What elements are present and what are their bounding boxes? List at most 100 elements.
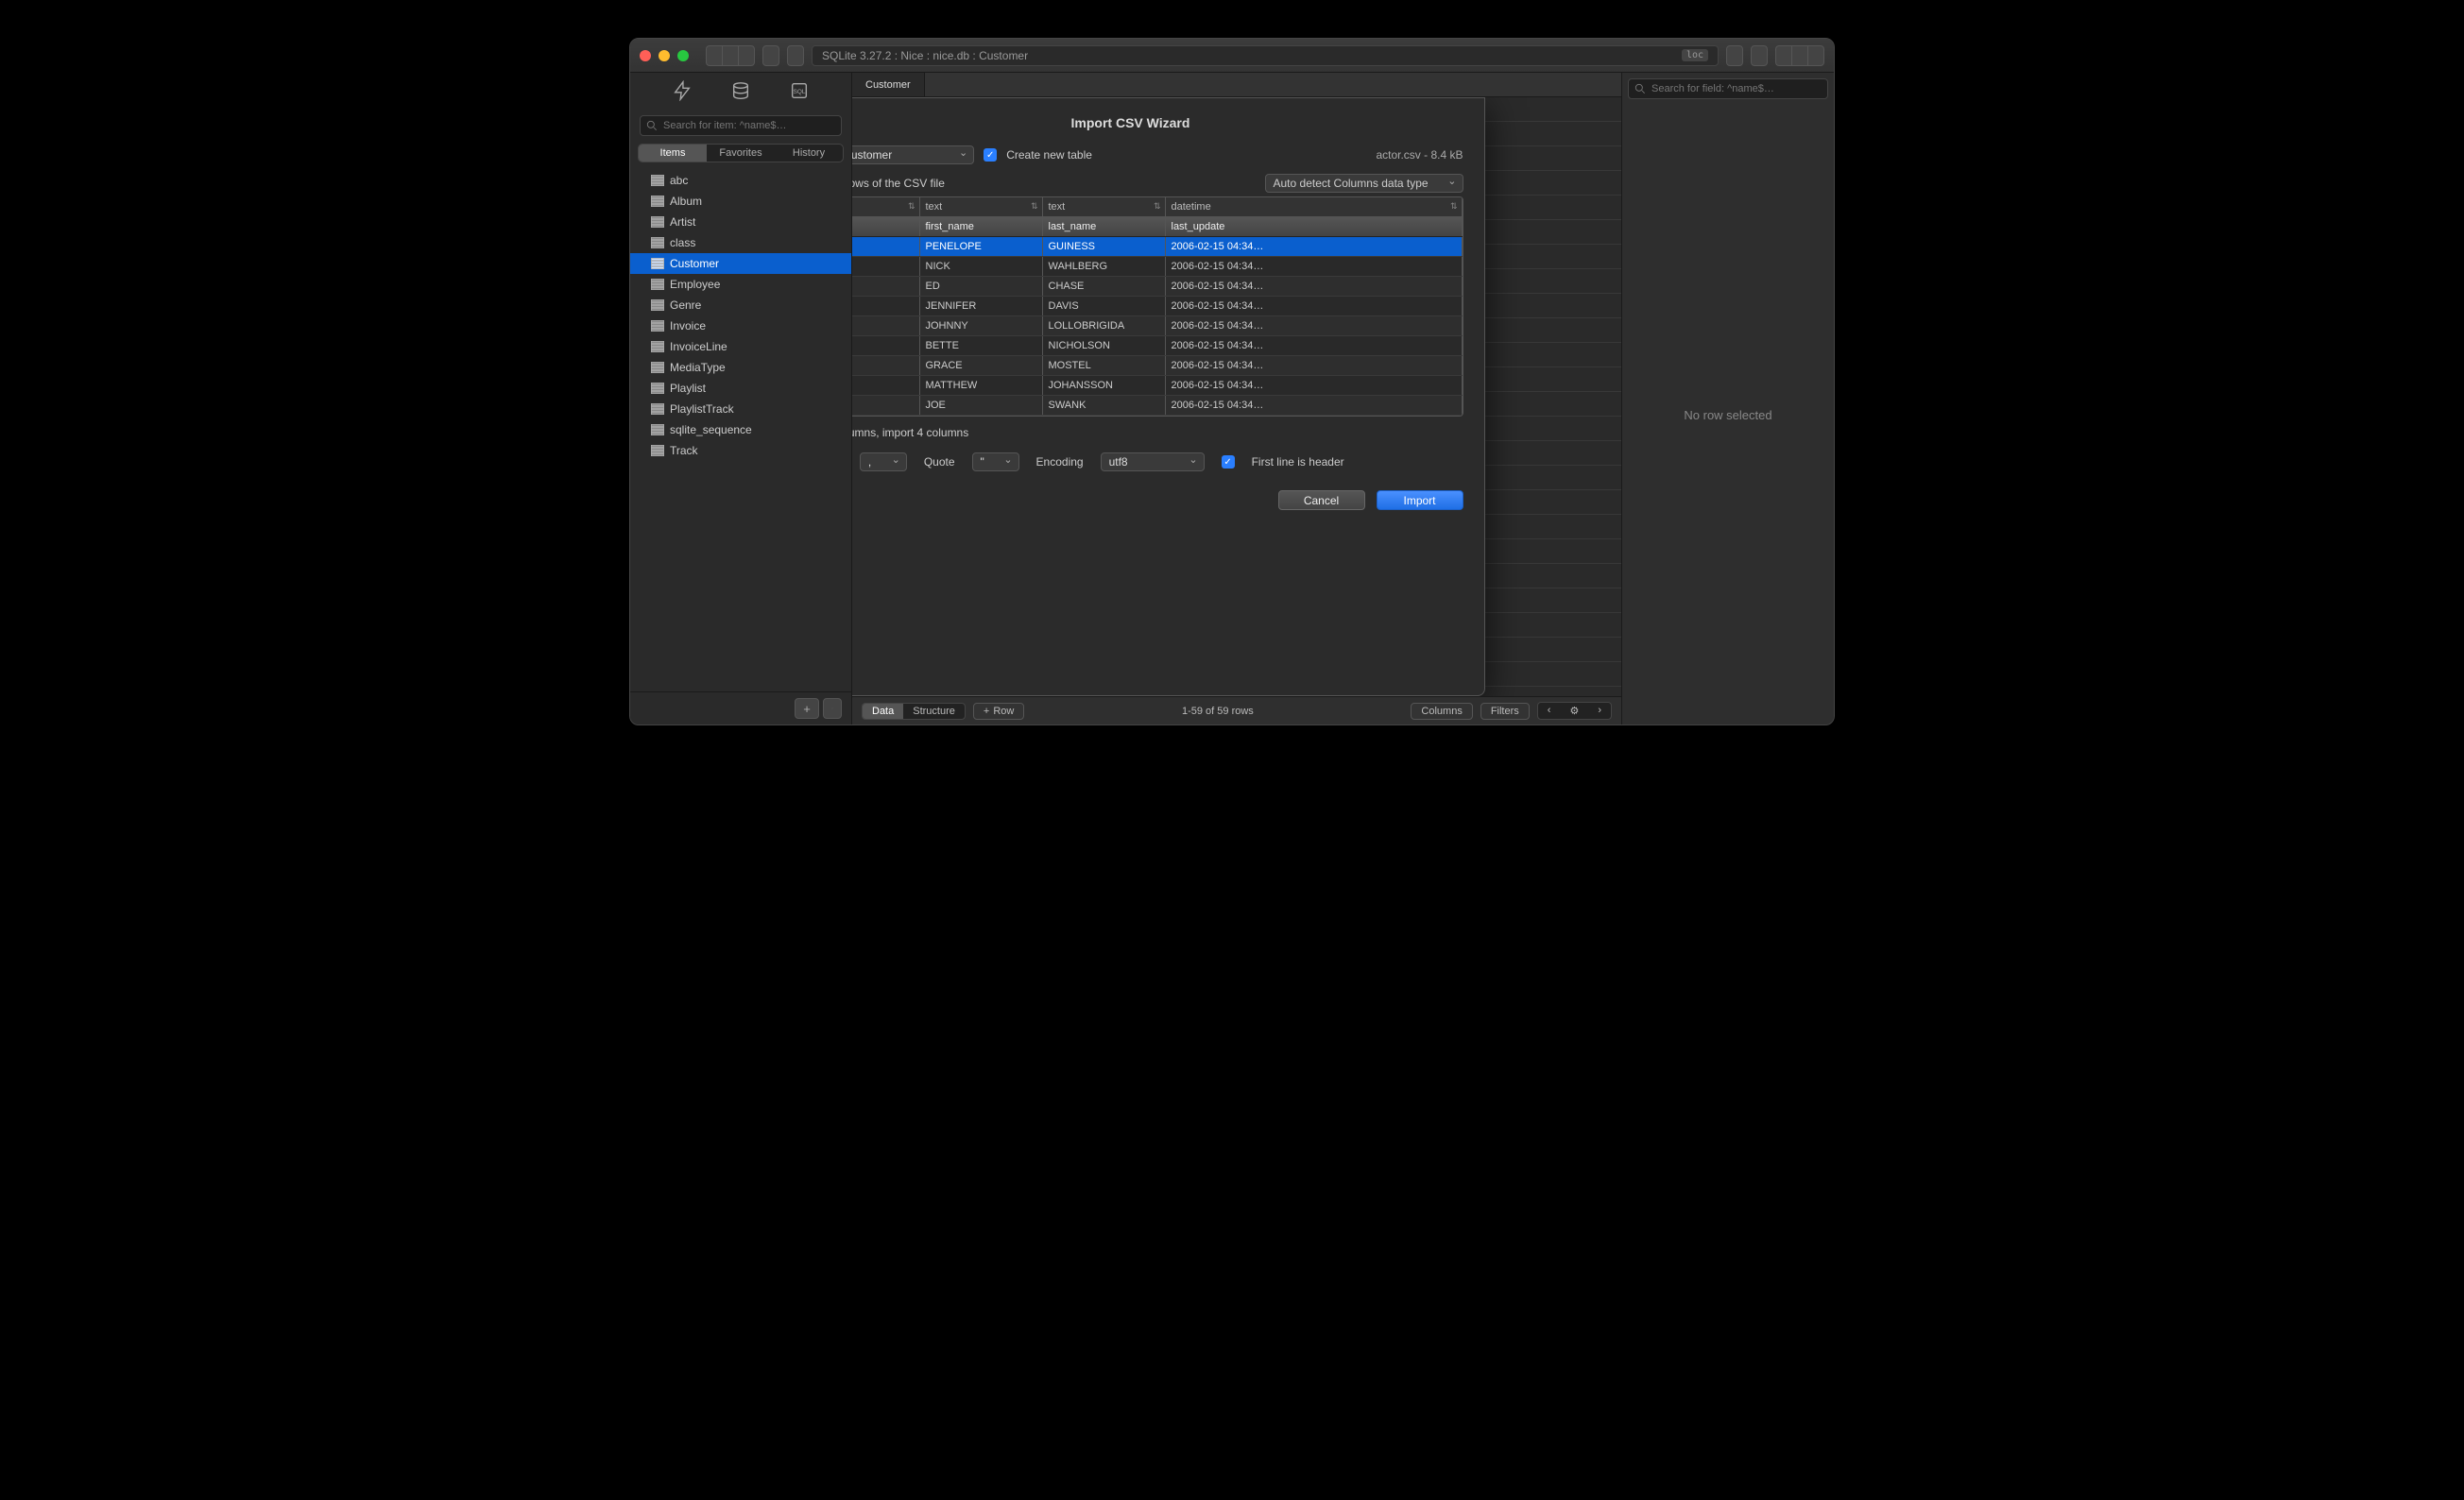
- preview-row[interactable]: 2NICKWAHLBERG2006-02-15 04:34…: [852, 257, 1463, 277]
- reload-button[interactable]: [787, 45, 804, 66]
- column-summary: CSV 4 columns, import 4 columns: [852, 426, 1463, 439]
- inspector-message: No row selected: [1622, 105, 1834, 724]
- segment-items[interactable]: Items: [639, 145, 707, 162]
- preview-row[interactable]: 6BETTENICHOLSON2006-02-15 04:34…: [852, 336, 1463, 356]
- close-window-button[interactable]: [640, 50, 651, 61]
- page-settings-button[interactable]: ⚙: [1560, 703, 1588, 719]
- view-structure[interactable]: Structure: [903, 704, 965, 719]
- add-table-button[interactable]: +: [795, 698, 819, 719]
- col-head-3: last_update: [1166, 217, 1463, 236]
- preview-row[interactable]: 5JOHNNYLOLLOBRIGIDA2006-02-15 04:34…: [852, 316, 1463, 336]
- first-rows-label: First 100 rows of the CSV file: [852, 177, 945, 190]
- grid-view-button[interactable]: [1751, 45, 1768, 66]
- sidebar-table-mediatype[interactable]: MediaType: [630, 357, 851, 378]
- preview-row[interactable]: 3EDCHASE2006-02-15 04:34…: [852, 277, 1463, 297]
- preview-row[interactable]: 8MATTHEWJOHANSSON2006-02-15 04:34…: [852, 376, 1463, 396]
- sql-icon[interactable]: SQL: [789, 80, 810, 106]
- status-bar: Data Structure + Row 1-59 of 59 rows Col…: [852, 696, 1621, 724]
- sidebar-table-artist[interactable]: Artist: [630, 212, 851, 232]
- col-type-0[interactable]: integer: [852, 197, 920, 216]
- create-new-checkbox[interactable]: ✓: [984, 148, 997, 162]
- bolt-icon[interactable]: [672, 80, 693, 106]
- preview-row[interactable]: 1PENELOPEGUINESS2006-02-15 04:34…: [852, 237, 1463, 257]
- quote-label: Quote: [924, 455, 955, 469]
- header-checkbox[interactable]: ✓: [1222, 455, 1235, 469]
- panel-bottom-button[interactable]: [1791, 45, 1807, 66]
- panel-right-button[interactable]: [1807, 45, 1824, 66]
- sidebar-search-input[interactable]: [640, 115, 842, 136]
- table-list: abcAlbumArtistclassCustomerEmployeeGenre…: [630, 168, 851, 691]
- add-row-button[interactable]: + Row: [973, 703, 1024, 720]
- stop-button[interactable]: [706, 45, 722, 66]
- sidebar: SQL Items Favorites History abcAlbumArti…: [630, 73, 852, 724]
- prev-page-button[interactable]: ‹: [1538, 703, 1561, 719]
- titlebar: SQLite 3.27.2 : Nice : nice.db : Custome…: [630, 39, 1834, 73]
- filters-button[interactable]: Filters: [1480, 703, 1530, 720]
- app-window: SQLite 3.27.2 : Nice : nice.db : Custome…: [629, 38, 1835, 725]
- col-head-0: actor_id: [852, 217, 920, 236]
- cancel-button[interactable]: Cancel: [1278, 490, 1365, 510]
- title-path: SQLite 3.27.2 : Nice : nice.db : Custome…: [812, 45, 1719, 66]
- delimiter-select[interactable]: ,: [860, 452, 907, 471]
- sidebar-table-sqlite_sequence[interactable]: sqlite_sequence: [630, 419, 851, 440]
- col-type-1[interactable]: text: [920, 197, 1043, 216]
- sidebar-table-track[interactable]: Track: [630, 440, 851, 461]
- segment-history[interactable]: History: [775, 145, 843, 162]
- create-new-label: Create new table: [1006, 148, 1092, 162]
- svg-text:SQL: SQL: [794, 89, 806, 95]
- next-page-button[interactable]: ›: [1588, 703, 1611, 719]
- sidebar-table-class[interactable]: class: [630, 232, 851, 253]
- col-type-2[interactable]: text: [1043, 197, 1166, 216]
- sidebar-table-abc[interactable]: abc: [630, 170, 851, 191]
- tab-customer[interactable]: Customer: [852, 73, 925, 96]
- zoom-window-button[interactable]: [677, 50, 689, 61]
- title-path-text: SQLite 3.27.2 : Nice : nice.db : Custome…: [822, 49, 1028, 62]
- modal-title: Import CSV Wizard: [852, 115, 1463, 130]
- encoding-select[interactable]: utf8: [1101, 452, 1205, 471]
- import-button[interactable]: Import: [1377, 490, 1463, 510]
- preview-row[interactable]: 9JOESWANK2006-02-15 04:34…: [852, 396, 1463, 416]
- sidebar-table-album[interactable]: Album: [630, 191, 851, 212]
- col-head-1: first_name: [920, 217, 1043, 236]
- search-toolbar-button[interactable]: [1726, 45, 1743, 66]
- col-head-2: last_name: [1043, 217, 1166, 236]
- database-icon[interactable]: [730, 80, 751, 106]
- encoding-label: Encoding: [1036, 455, 1084, 469]
- list-button[interactable]: [738, 45, 755, 66]
- search-icon: [645, 119, 659, 132]
- col-type-3[interactable]: datetime: [1166, 197, 1463, 216]
- table-select[interactable]: Customer: [852, 145, 974, 164]
- sidebar-table-invoice[interactable]: Invoice: [630, 315, 851, 336]
- sidebar-table-genre[interactable]: Genre: [630, 295, 851, 315]
- segment-favorites[interactable]: Favorites: [707, 145, 775, 162]
- sidebar-table-playlist[interactable]: Playlist: [630, 378, 851, 399]
- data-grid: 21KathyChaseNULL801 W 4th Street22Heathe…: [852, 97, 1621, 696]
- auto-detect-select[interactable]: Auto detect Columns data type: [1265, 174, 1463, 193]
- table-menu-button[interactable]: [823, 698, 842, 719]
- preview-button[interactable]: [722, 45, 738, 66]
- inspector-search-input[interactable]: [1628, 78, 1828, 99]
- file-info: actor.csv - 8.4 kB: [1376, 148, 1463, 162]
- sidebar-table-invoiceline[interactable]: InvoiceLine: [630, 336, 851, 357]
- search-icon: [1634, 82, 1647, 95]
- minimize-window-button[interactable]: [659, 50, 670, 61]
- traffic-lights: [640, 50, 689, 61]
- loc-badge: loc: [1682, 49, 1708, 61]
- sidebar-table-customer[interactable]: Customer: [630, 253, 851, 274]
- import-csv-sheet: Import CSV Wizard Table Customer ✓ Creat…: [852, 97, 1485, 696]
- lock-button[interactable]: [762, 45, 779, 66]
- row-range: 1-59 of 59 rows: [1182, 706, 1254, 717]
- view-data[interactable]: Data: [863, 704, 903, 719]
- preview-row[interactable]: 4JENNIFERDAVIS2006-02-15 04:34…: [852, 297, 1463, 316]
- sidebar-table-playlisttrack[interactable]: PlaylistTrack: [630, 399, 851, 419]
- preview-row[interactable]: 7GRACEMOSTEL2006-02-15 04:34…: [852, 356, 1463, 376]
- columns-button[interactable]: Columns: [1411, 703, 1472, 720]
- sidebar-table-employee[interactable]: Employee: [630, 274, 851, 295]
- main-area: Customer 21KathyChaseNULL801 W 4th Stree…: [852, 73, 1621, 724]
- csv-preview: integer text text datetime actor_id firs…: [852, 196, 1463, 417]
- panel-left-button[interactable]: [1775, 45, 1791, 66]
- tab-bar: Customer: [852, 73, 1621, 97]
- quote-select[interactable]: ": [972, 452, 1019, 471]
- header-label: First line is header: [1252, 455, 1344, 469]
- inspector-panel: No row selected: [1621, 73, 1834, 724]
